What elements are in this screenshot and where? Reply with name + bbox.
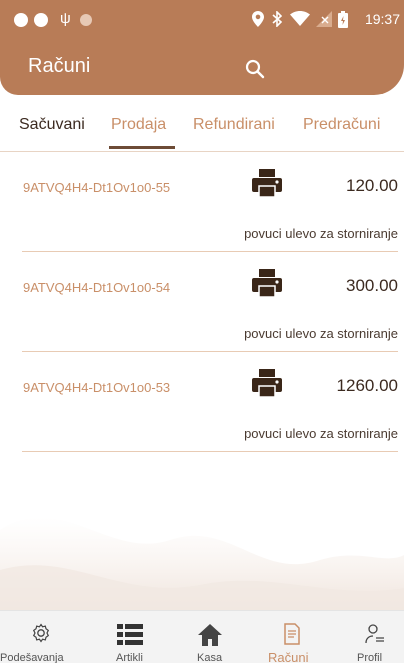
tab-predracuni[interactable]: Predračuni	[303, 116, 380, 134]
printer-icon[interactable]	[251, 367, 283, 399]
notification-icon	[80, 14, 92, 26]
nav-label: Podešavanja	[0, 652, 64, 663]
nav-artikli[interactable]: Artikli	[100, 611, 162, 663]
profile-icon	[365, 624, 384, 644]
nav-racuni[interactable]: Računi	[262, 611, 324, 663]
status-bar: ψ 19:37	[0, 0, 404, 40]
nav-label: Profil	[357, 652, 383, 663]
battery-icon	[338, 9, 348, 29]
divider	[22, 451, 398, 452]
receipt-amount: 120.00	[346, 176, 398, 195]
app-header: ψ 19:37 Računi	[0, 0, 404, 95]
nav-label: Kasa	[197, 652, 223, 663]
receipt-row[interactable]: 9ATVQ4H4-Dt1Ov1o0-53 1260.00 povuci ulev…	[0, 352, 404, 452]
bluetooth-icon	[272, 9, 282, 29]
gear-icon	[32, 623, 50, 643]
receipt-row[interactable]: 9ATVQ4H4-Dt1Ov1o0-55 120.00 povuci ulevo…	[0, 152, 404, 252]
printer-icon[interactable]	[251, 267, 283, 299]
search-icon[interactable]	[244, 58, 266, 80]
swipe-hint: povuci ulevo za storniranje	[244, 326, 398, 341]
nav-label: Artikli	[116, 652, 143, 663]
background-decoration	[0, 517, 404, 612]
nav-podesavanja[interactable]: Podešavanja	[0, 611, 82, 663]
receipt-amount: 300.00	[346, 276, 398, 295]
location-icon	[252, 9, 264, 29]
signal-icon	[316, 9, 332, 29]
home-icon	[198, 624, 222, 646]
receipt-amount: 1260.00	[336, 376, 398, 395]
active-tab-indicator	[109, 146, 175, 149]
swipe-hint: povuci ulevo za storniranje	[244, 426, 398, 441]
notification-icon	[14, 13, 28, 27]
nav-profil[interactable]: Profil	[345, 611, 404, 663]
swipe-hint: povuci ulevo za storniranje	[244, 226, 398, 241]
nav-label: Računi	[268, 650, 309, 663]
receipt-code: 9ATVQ4H4-Dt1Ov1o0-54	[23, 280, 171, 295]
wifi-icon	[290, 9, 310, 29]
tab-sacuvani[interactable]: Sačuvani	[19, 116, 85, 134]
receipt-code: 9ATVQ4H4-Dt1Ov1o0-53	[23, 380, 171, 395]
page-title: Računi	[28, 55, 91, 77]
tab-refundirani[interactable]: Refundirani	[193, 116, 275, 134]
receipt-row[interactable]: 9ATVQ4H4-Dt1Ov1o0-54 300.00 povuci ulevo…	[0, 252, 404, 352]
notification-icon	[34, 13, 48, 27]
list-icon	[117, 624, 143, 645]
receipt-code: 9ATVQ4H4-Dt1Ov1o0-55	[23, 180, 171, 195]
tab-prodaja[interactable]: Prodaja	[111, 116, 166, 134]
usb-icon: ψ	[60, 10, 71, 27]
clock: 19:37	[364, 11, 400, 27]
receipt-icon	[284, 623, 300, 645]
tab-bar: Sačuvani Prodaja Refundirani Predračuni	[0, 106, 404, 152]
printer-icon[interactable]	[251, 167, 283, 199]
nav-kasa[interactable]: Kasa	[180, 611, 242, 663]
bottom-navigation: Podešavanja Artikli Kasa Računi Profil	[0, 610, 404, 663]
